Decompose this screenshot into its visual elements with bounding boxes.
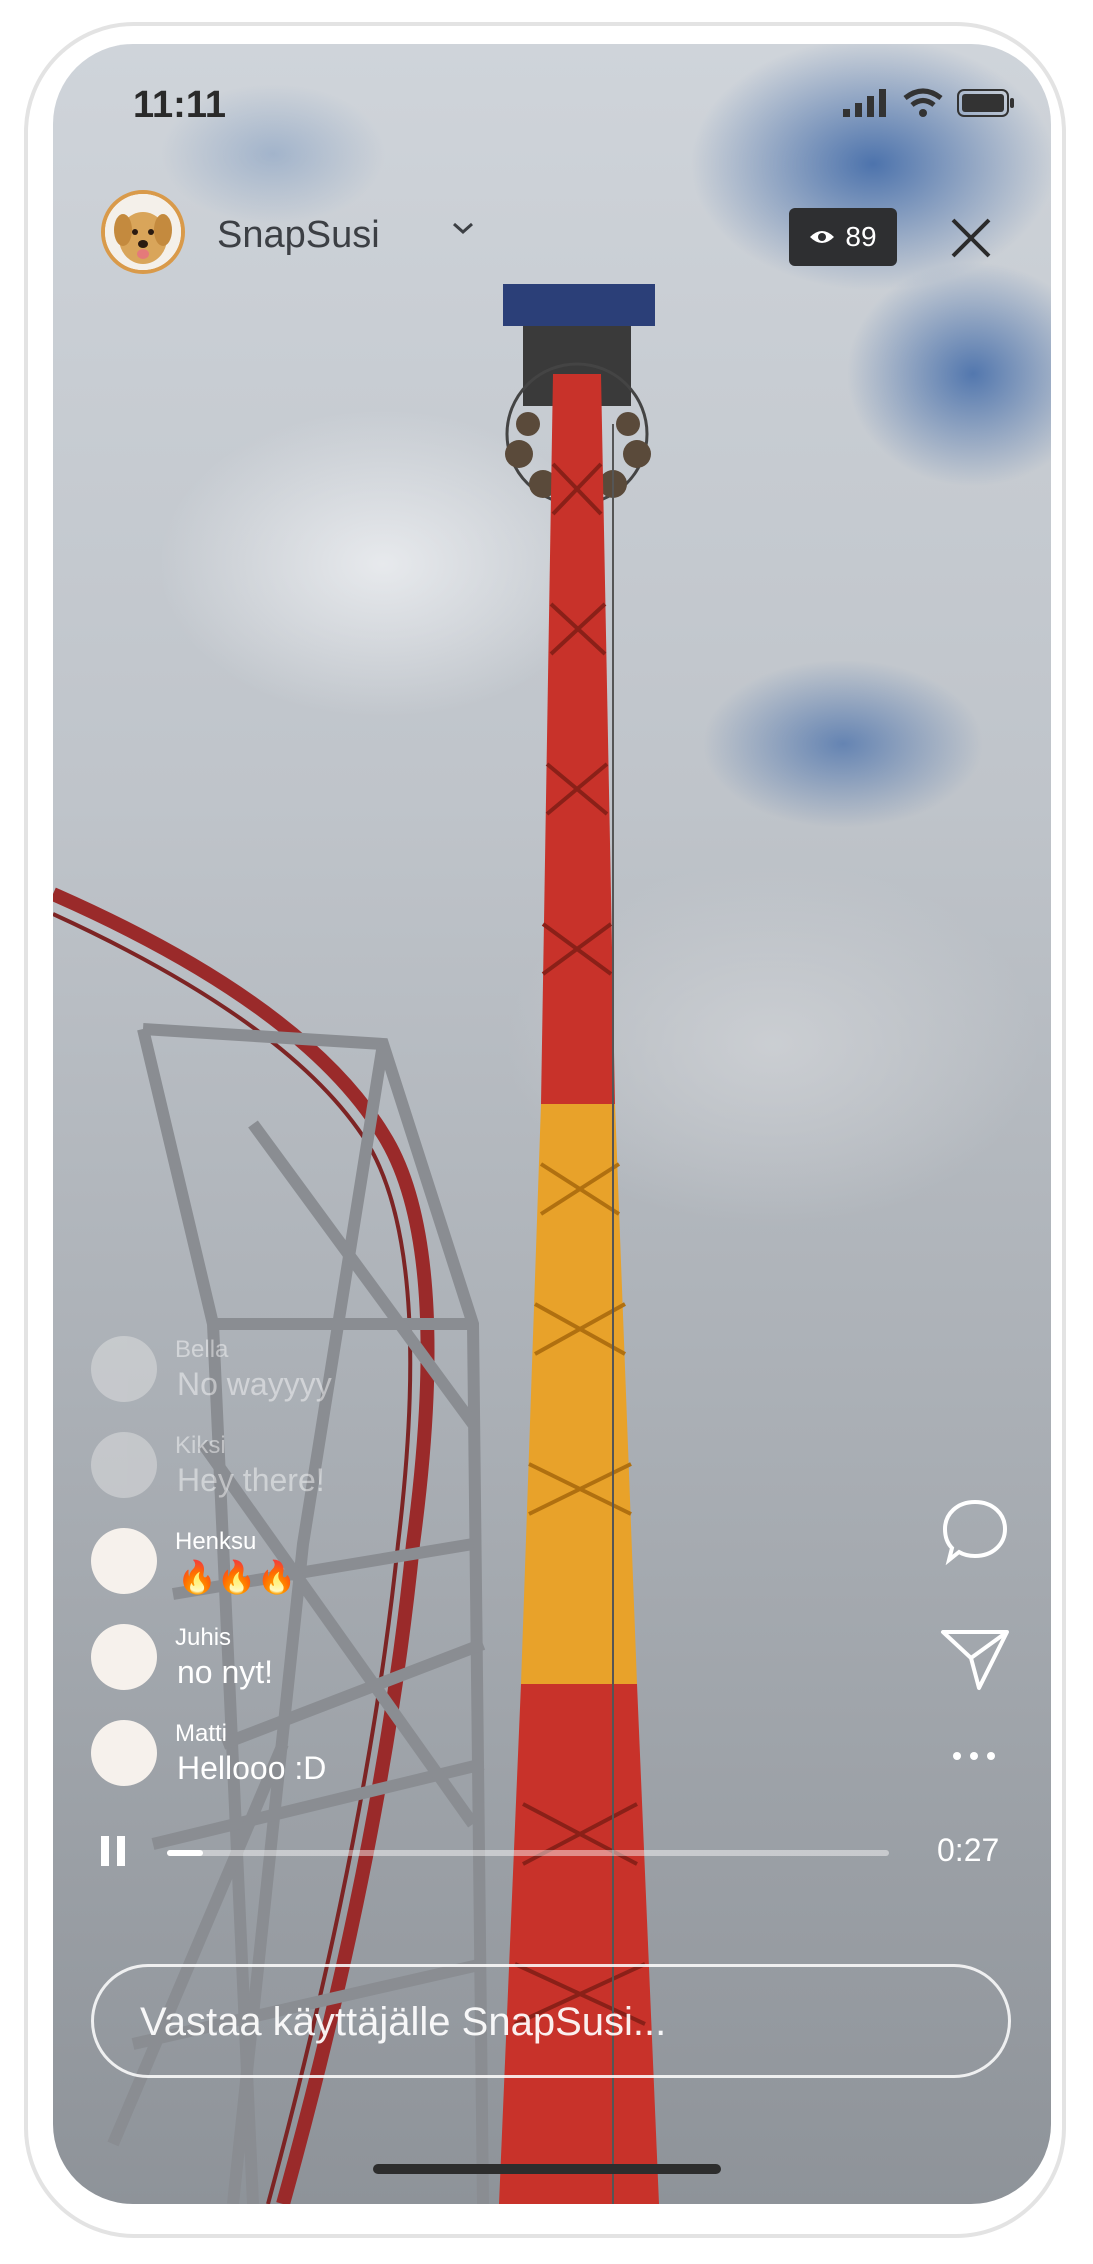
commenter-avatar (91, 1624, 157, 1690)
comment-text: no nyt! (177, 1654, 274, 1690)
commenter-name: Kiksi (175, 1432, 226, 1459)
comment-item: Juhis no nyt! (91, 1624, 491, 1720)
comment-text: 🔥🔥🔥 (177, 1559, 297, 1595)
viewer-count-badge[interactable]: 89 (789, 208, 897, 266)
commenter-name: Bella (175, 1336, 229, 1363)
comment-item: Bella No wayyyy (91, 1336, 491, 1432)
share-icon[interactable] (939, 1622, 1011, 1694)
comment-text: No wayyyy (177, 1366, 332, 1402)
comment-item: Matti Hellooo :D (91, 1720, 491, 1816)
commenter-name: Matti (175, 1720, 228, 1747)
commenter-avatar (91, 1432, 157, 1498)
comment-item: Henksu 🔥🔥🔥 (91, 1528, 491, 1624)
duration-label: 0:27 (937, 1832, 1000, 1868)
close-icon[interactable] (947, 214, 995, 262)
commenter-avatar (91, 1336, 157, 1402)
reply-field[interactable] (91, 1964, 1011, 2078)
pause-icon[interactable] (97, 1834, 131, 1868)
live-video-screen[interactable]: 11:11 SnapSusi 89 Bella No wayyyy Kiksi … (53, 44, 1051, 2204)
eye-icon (810, 231, 835, 243)
video-frame-image (53, 284, 659, 2204)
wifi-icon (903, 88, 943, 117)
battery-icon (957, 89, 1014, 117)
comment-text: Hellooo :D (177, 1750, 327, 1786)
commenter-avatar (91, 1720, 157, 1786)
commenter-name: Juhis (175, 1624, 232, 1651)
reply-input[interactable] (138, 1967, 962, 2077)
comment-text: Hey there! (177, 1462, 325, 1498)
user-avatar[interactable] (101, 190, 185, 274)
live-comments-list: Bella No wayyyy Kiksi Hey there! Henksu … (91, 1336, 491, 1816)
dog-avatar-image (105, 194, 181, 270)
comment-icon[interactable] (939, 1496, 1011, 1568)
commenter-avatar (91, 1528, 157, 1594)
comment-item: Kiksi Hey there! (91, 1432, 491, 1528)
chevron-down-icon[interactable] (451, 220, 475, 236)
home-indicator[interactable] (373, 2164, 721, 2174)
username[interactable]: SnapSusi (217, 214, 380, 257)
viewer-count: 89 (845, 221, 877, 252)
status-icons (843, 88, 1015, 118)
progress-fill (167, 1850, 204, 1856)
progress-bar[interactable] (167, 1850, 889, 1856)
more-icon[interactable] (951, 1750, 997, 1762)
status-time: 11:11 (133, 84, 226, 126)
signal-icon (843, 89, 886, 117)
commenter-name: Henksu (175, 1528, 257, 1555)
playback-controls: 0:27 (97, 1826, 1017, 1876)
